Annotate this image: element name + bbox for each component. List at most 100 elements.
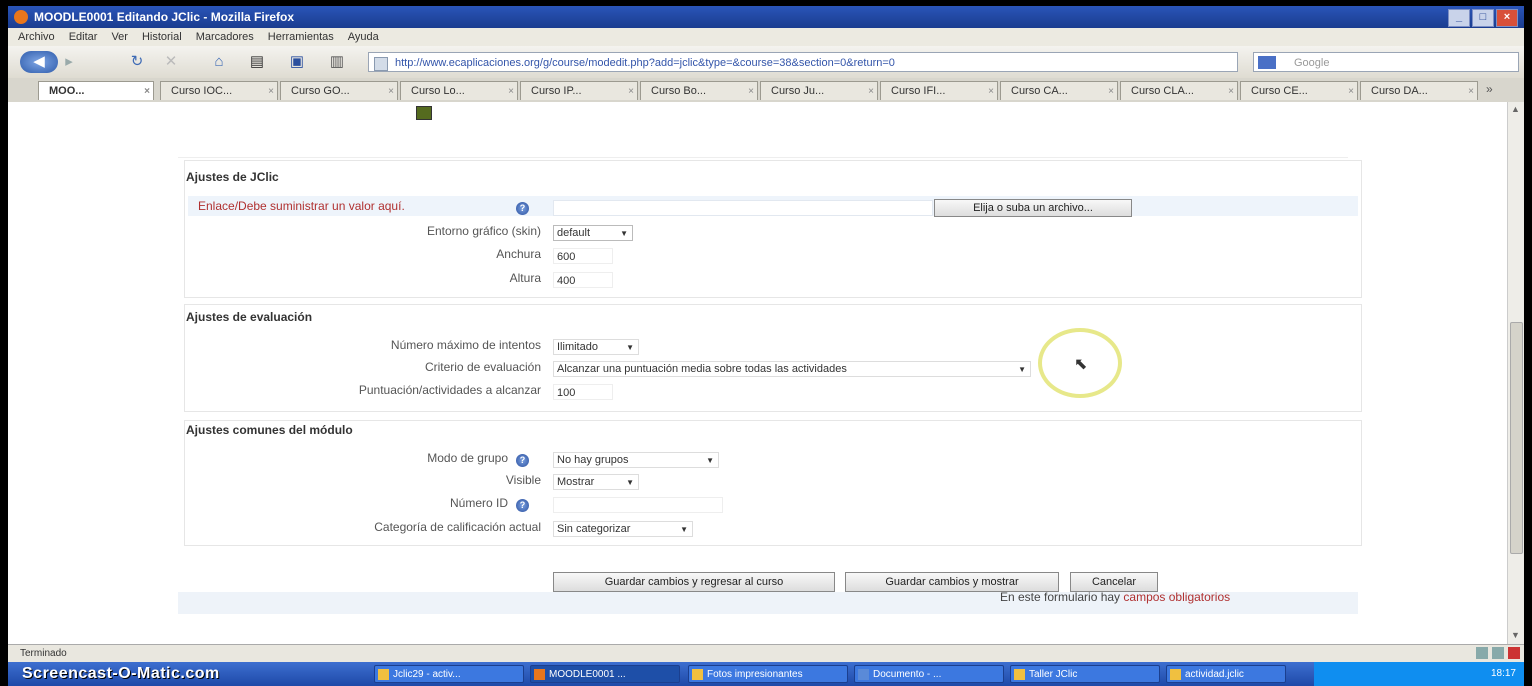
url-input[interactable] [553, 200, 933, 216]
minimize-icon[interactable]: _ [1448, 9, 1470, 27]
menu-herramientas[interactable]: Herramientas [268, 28, 334, 46]
vertical-scrollbar[interactable]: ▲ ▼ [1507, 102, 1524, 644]
height-input[interactable]: 400 [553, 272, 613, 288]
score-label: Puntuación/actividades a alcanzar [358, 383, 541, 397]
folder-icon [1170, 669, 1181, 680]
required-note-text: En este formulario hay [1000, 590, 1121, 604]
tab-curso[interactable]: Curso IFI... × [880, 81, 998, 100]
tab-label: Curso CE... [1251, 85, 1308, 97]
visible-label: Visible [505, 473, 541, 487]
taskbar-item[interactable]: Fotos impresionantes [688, 665, 848, 683]
tab-label: Curso DA... [1371, 85, 1428, 97]
menu-archivo[interactable]: Archivo [18, 28, 55, 46]
choose-file-button[interactable]: Elija o suba un archivo... [934, 199, 1132, 217]
group-select[interactable]: No hay grupos ▼ [553, 452, 719, 468]
tab-close-icon[interactable]: × [988, 82, 994, 100]
addon-icon[interactable] [1508, 647, 1520, 659]
stop-icon[interactable]: ✕ [160, 51, 182, 73]
print-icon[interactable]: ▤ [246, 51, 268, 73]
required-fields-link[interactable]: campos obligatorios [1123, 590, 1230, 604]
editor-icon[interactable] [416, 106, 432, 120]
taskbar-item-label: Documento - ... [873, 669, 942, 680]
tab-curso[interactable]: Curso GO... × [280, 81, 398, 100]
tab-close-icon[interactable]: × [1348, 82, 1354, 100]
scroll-up-icon[interactable]: ▲ [1511, 104, 1520, 114]
taskbar-item[interactable]: actividad.jclic [1166, 665, 1286, 683]
tab-curso[interactable]: Curso IP... × [520, 81, 638, 100]
tab-moodle[interactable]: MOO... × [38, 81, 154, 100]
menu-ayuda[interactable]: Ayuda [348, 28, 379, 46]
document-icon [858, 669, 869, 680]
menu-marcadores[interactable]: Marcadores [196, 28, 254, 46]
id-input[interactable] [553, 497, 723, 513]
maximize-icon[interactable]: □ [1472, 9, 1494, 27]
criteria-select[interactable]: Alcanzar una puntuación media sobre toda… [553, 361, 1031, 377]
scroll-down-icon[interactable]: ▼ [1511, 630, 1520, 640]
tab-curso[interactable]: Curso CLA... × [1120, 81, 1238, 100]
tab-close-icon[interactable]: × [1228, 82, 1234, 100]
addon-icon[interactable] [1492, 647, 1504, 659]
attempts-select[interactable]: Ilimitado ▼ [553, 339, 639, 355]
cancel-button[interactable]: Cancelar [1070, 572, 1158, 592]
tab-close-icon[interactable]: × [144, 82, 150, 100]
grade-category-select[interactable]: Sin categorizar ▼ [553, 521, 693, 537]
tab-close-icon[interactable]: × [868, 82, 874, 100]
visible-select[interactable]: Mostrar ▼ [553, 474, 639, 490]
help-icon[interactable]: ? [516, 499, 529, 512]
forward-icon[interactable]: ▸ [56, 51, 82, 73]
tab-curso[interactable]: Curso Lo... × [400, 81, 518, 100]
taskbar-item[interactable]: MOODLE0001 ... [530, 665, 680, 683]
tab-curso[interactable]: Curso CA... × [1000, 81, 1118, 100]
chevron-down-icon: ▼ [626, 343, 634, 352]
grade-category-label: Categoría de calificación actual [374, 520, 541, 534]
id-label: Número ID [449, 496, 508, 510]
tab-close-icon[interactable]: × [508, 82, 514, 100]
close-icon[interactable]: × [1496, 9, 1518, 27]
search-input[interactable]: Google [1253, 52, 1519, 72]
score-input[interactable]: 100 [553, 384, 613, 400]
navigation-toolbar: ◀ ▸ ↻ ✕ ⌂ ▤ ▣ ▥ http://www.ecaplicacione… [8, 46, 1524, 79]
tab-curso[interactable]: Curso DA... × [1360, 81, 1478, 100]
tab-close-icon[interactable]: × [268, 82, 274, 100]
mouse-pointer-icon: ⬉ [1074, 356, 1088, 373]
help-icon[interactable]: ? [516, 454, 529, 467]
tab-curso[interactable]: Curso Ju... × [760, 81, 878, 100]
tab-close-icon[interactable]: × [628, 82, 634, 100]
tab-close-icon[interactable]: × [748, 82, 754, 100]
menu-editar[interactable]: Editar [69, 28, 98, 46]
scrollbar-thumb[interactable] [1510, 322, 1523, 554]
taskbar-item-label: actividad.jclic [1185, 669, 1244, 680]
firefox-icon [14, 10, 28, 24]
tab-close-icon[interactable]: × [1468, 82, 1474, 100]
taskbar-item[interactable]: Taller JClic [1010, 665, 1160, 683]
addon-icon[interactable] [1476, 647, 1488, 659]
width-input[interactable]: 600 [553, 248, 613, 264]
page-content: Ajustes de JClic Enlace/Debe suministrar… [8, 102, 1508, 644]
skin-select[interactable]: default ▼ [553, 225, 633, 241]
tab-close-icon[interactable]: × [1108, 82, 1114, 100]
tab-list-icon[interactable]: » [1486, 82, 1493, 96]
save-show-button[interactable]: Guardar cambios y mostrar [845, 572, 1059, 592]
search-engine-icon[interactable] [1258, 56, 1276, 69]
home-icon[interactable]: ⌂ [208, 51, 230, 73]
tab-curso[interactable]: Curso Bo... × [640, 81, 758, 100]
taskbar-item-label: Fotos impresionantes [707, 669, 803, 680]
bookmarks-icon[interactable]: ▥ [326, 51, 348, 73]
help-icon[interactable]: ? [516, 202, 529, 215]
previous-section-area [178, 102, 1348, 158]
menu-ver[interactable]: Ver [111, 28, 128, 46]
reload-icon[interactable]: ↻ [126, 51, 148, 73]
windows-taskbar: Screencast-O-Matic.com Jclic29 - activ..… [8, 662, 1524, 686]
tab-curso[interactable]: Curso IOC... × [160, 81, 278, 100]
taskbar-item[interactable]: Documento - ... [854, 665, 1004, 683]
grade-category-value: Sin categorizar [557, 523, 631, 535]
save-return-button[interactable]: Guardar cambios y regresar al curso [553, 572, 835, 592]
menu-historial[interactable]: Historial [142, 28, 182, 46]
back-icon[interactable]: ◀ [20, 51, 58, 73]
taskbar-item-label: MOODLE0001 ... [549, 669, 626, 680]
tab-curso[interactable]: Curso CE... × [1240, 81, 1358, 100]
save-page-icon[interactable]: ▣ [286, 51, 308, 73]
tab-close-icon[interactable]: × [388, 82, 394, 100]
url-bar[interactable]: http://www.ecaplicaciones.org/g/course/m… [368, 52, 1238, 72]
taskbar-item[interactable]: Jclic29 - activ... [374, 665, 524, 683]
